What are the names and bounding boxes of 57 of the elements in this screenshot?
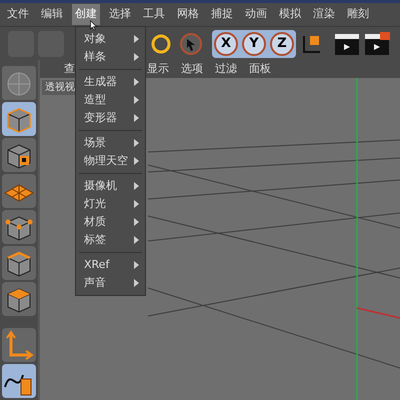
dropdown-item[interactable]: 造型 [76, 91, 145, 109]
viewport-menu-item[interactable]: 查 [64, 60, 75, 78]
axis-toggle[interactable]: X [214, 32, 238, 56]
menu-item[interactable]: 网格 [174, 4, 202, 25]
viewport-menu-item[interactable]: 面板 [249, 60, 271, 78]
menu-item[interactable]: 编辑 [38, 4, 66, 25]
dropdown-item[interactable]: 摄像机 [76, 177, 145, 195]
menu-item[interactable]: 动画 [242, 4, 270, 25]
clapboard-icon[interactable] [364, 32, 390, 56]
submenu-arrow-icon [134, 114, 139, 122]
tool-button[interactable] [2, 246, 36, 280]
menu-item[interactable]: 文件 [4, 4, 32, 25]
menu-item[interactable]: 选择 [106, 4, 134, 25]
submenu-arrow-icon [134, 182, 139, 190]
axis-toggle[interactable]: Z [270, 32, 294, 56]
viewport-menu-item[interactable]: 显示 [147, 60, 169, 78]
dropdown-item[interactable]: 场景 [76, 134, 145, 152]
menu-item[interactable]: 工具 [140, 4, 168, 25]
dropdown-item[interactable]: 样条 [76, 48, 145, 66]
menu-item[interactable]: 模拟 [276, 4, 304, 25]
clapboard-icon[interactable] [334, 32, 360, 56]
mouse-cursor-icon [90, 20, 97, 31]
tool-button[interactable] [2, 210, 36, 244]
viewport-label: 透视视 [42, 80, 78, 95]
submenu-arrow-icon [134, 279, 139, 287]
tool-button[interactable] [2, 282, 36, 316]
viewport-menu-item[interactable]: 过滤 [215, 60, 237, 78]
dropdown-item[interactable]: 变形器 [76, 109, 145, 127]
submenu-arrow-icon [134, 78, 139, 86]
dropdown-item[interactable]: 灯光 [76, 195, 145, 213]
submenu-arrow-icon [134, 35, 139, 43]
dropdown-item[interactable]: 对象 [76, 30, 145, 48]
x-axis-line [356, 307, 400, 319]
dropdown-item[interactable]: 标签 [76, 231, 145, 249]
submenu-arrow-icon [134, 139, 139, 147]
submenu-arrow-icon [134, 218, 139, 226]
submenu-arrow-icon [134, 96, 139, 104]
tool-button[interactable] [2, 364, 36, 398]
selection-tool-icon[interactable] [178, 30, 204, 56]
menu-item[interactable]: 雕刻 [344, 4, 372, 25]
dropdown-item[interactable]: 生成器 [76, 73, 145, 91]
dropdown-item[interactable]: 声音 [76, 274, 145, 292]
viewport-menu-item[interactable]: 选项 [181, 60, 203, 78]
submenu-arrow-icon [134, 200, 139, 208]
dropdown-item[interactable]: 材质 [76, 213, 145, 231]
menu-item[interactable]: 渲染 [310, 4, 338, 25]
submenu-arrow-icon [134, 53, 139, 61]
menu-item[interactable]: 捕捉 [208, 4, 236, 25]
tool-button[interactable] [2, 102, 36, 136]
submenu-arrow-icon [134, 236, 139, 244]
dropdown-item[interactable]: XRef [76, 256, 145, 274]
menu-item[interactable]: 创建 [72, 4, 100, 25]
axis-toggle[interactable]: Y [242, 32, 266, 56]
tool-button[interactable] [2, 138, 36, 172]
submenu-arrow-icon [134, 157, 139, 165]
submenu-arrow-icon [134, 261, 139, 269]
dropdown-item[interactable]: 物理天空 [76, 152, 145, 170]
